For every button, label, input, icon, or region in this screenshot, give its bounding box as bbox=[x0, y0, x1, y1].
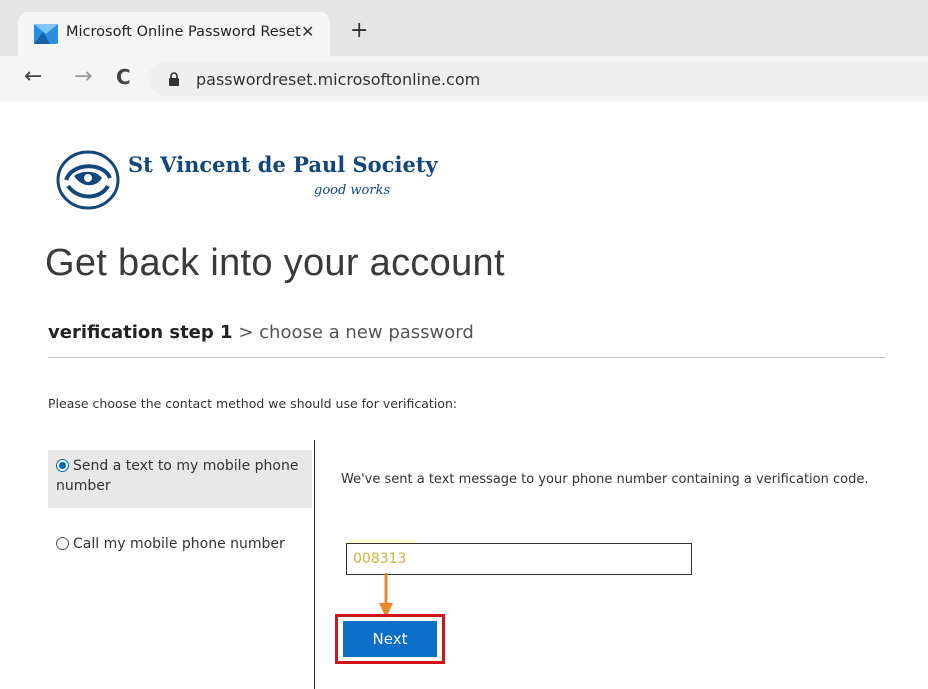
browser-toolbar: ← → C passwordreset.microsoftonline.com bbox=[0, 56, 928, 102]
next-button[interactable]: Next bbox=[343, 621, 437, 657]
reload-icon[interactable]: C bbox=[116, 66, 131, 88]
page-title: Get back into your account bbox=[45, 242, 505, 284]
microsoft-favicon-icon bbox=[34, 24, 58, 44]
back-arrow-icon[interactable]: ← bbox=[24, 66, 42, 88]
radio-selected-icon[interactable] bbox=[56, 459, 69, 472]
new-tab-button[interactable]: + bbox=[350, 20, 368, 42]
breadcrumb-next-step: choose a new password bbox=[259, 322, 474, 343]
option-send-text[interactable]: Send a text to my mobile phone number bbox=[48, 450, 312, 508]
divider bbox=[48, 357, 885, 358]
contact-method-options: Send a text to my mobile phone number Ca… bbox=[48, 440, 315, 689]
verification-message: We've sent a text message to your phone … bbox=[341, 472, 869, 487]
tab-title: Microsoft Online Password Reset bbox=[66, 24, 301, 40]
organization-tagline: good works bbox=[314, 183, 391, 198]
organization-name: St Vincent de Paul Society bbox=[128, 152, 438, 177]
option-label: Send a text to my mobile phone number bbox=[56, 458, 299, 494]
svdp-logo-icon bbox=[56, 150, 120, 210]
down-arrow-annotation-icon bbox=[379, 573, 393, 618]
breadcrumb-current-step: verification step 1 bbox=[48, 322, 233, 343]
close-tab-icon[interactable]: ✕ bbox=[301, 22, 314, 41]
breadcrumb-separator: > bbox=[238, 322, 254, 343]
url-text: passwordreset.microsoftonline.com bbox=[196, 70, 481, 89]
verification-code-input[interactable] bbox=[346, 543, 692, 575]
browser-tab[interactable]: Microsoft Online Password Reset ✕ bbox=[18, 12, 330, 56]
option-call-phone[interactable]: Call my mobile phone number bbox=[48, 534, 324, 554]
address-bar[interactable]: passwordreset.microsoftonline.com bbox=[148, 62, 928, 96]
option-label: Call my mobile phone number bbox=[73, 536, 285, 552]
breadcrumb: verification step 1 > choose a new passw… bbox=[48, 322, 474, 343]
lock-icon bbox=[169, 72, 179, 86]
forward-arrow-icon[interactable]: → bbox=[74, 66, 92, 88]
instruction-text: Please choose the contact method we shou… bbox=[48, 396, 458, 411]
radio-unselected-icon[interactable] bbox=[56, 537, 69, 550]
tab-bar: Microsoft Online Password Reset ✕ + bbox=[0, 0, 928, 60]
